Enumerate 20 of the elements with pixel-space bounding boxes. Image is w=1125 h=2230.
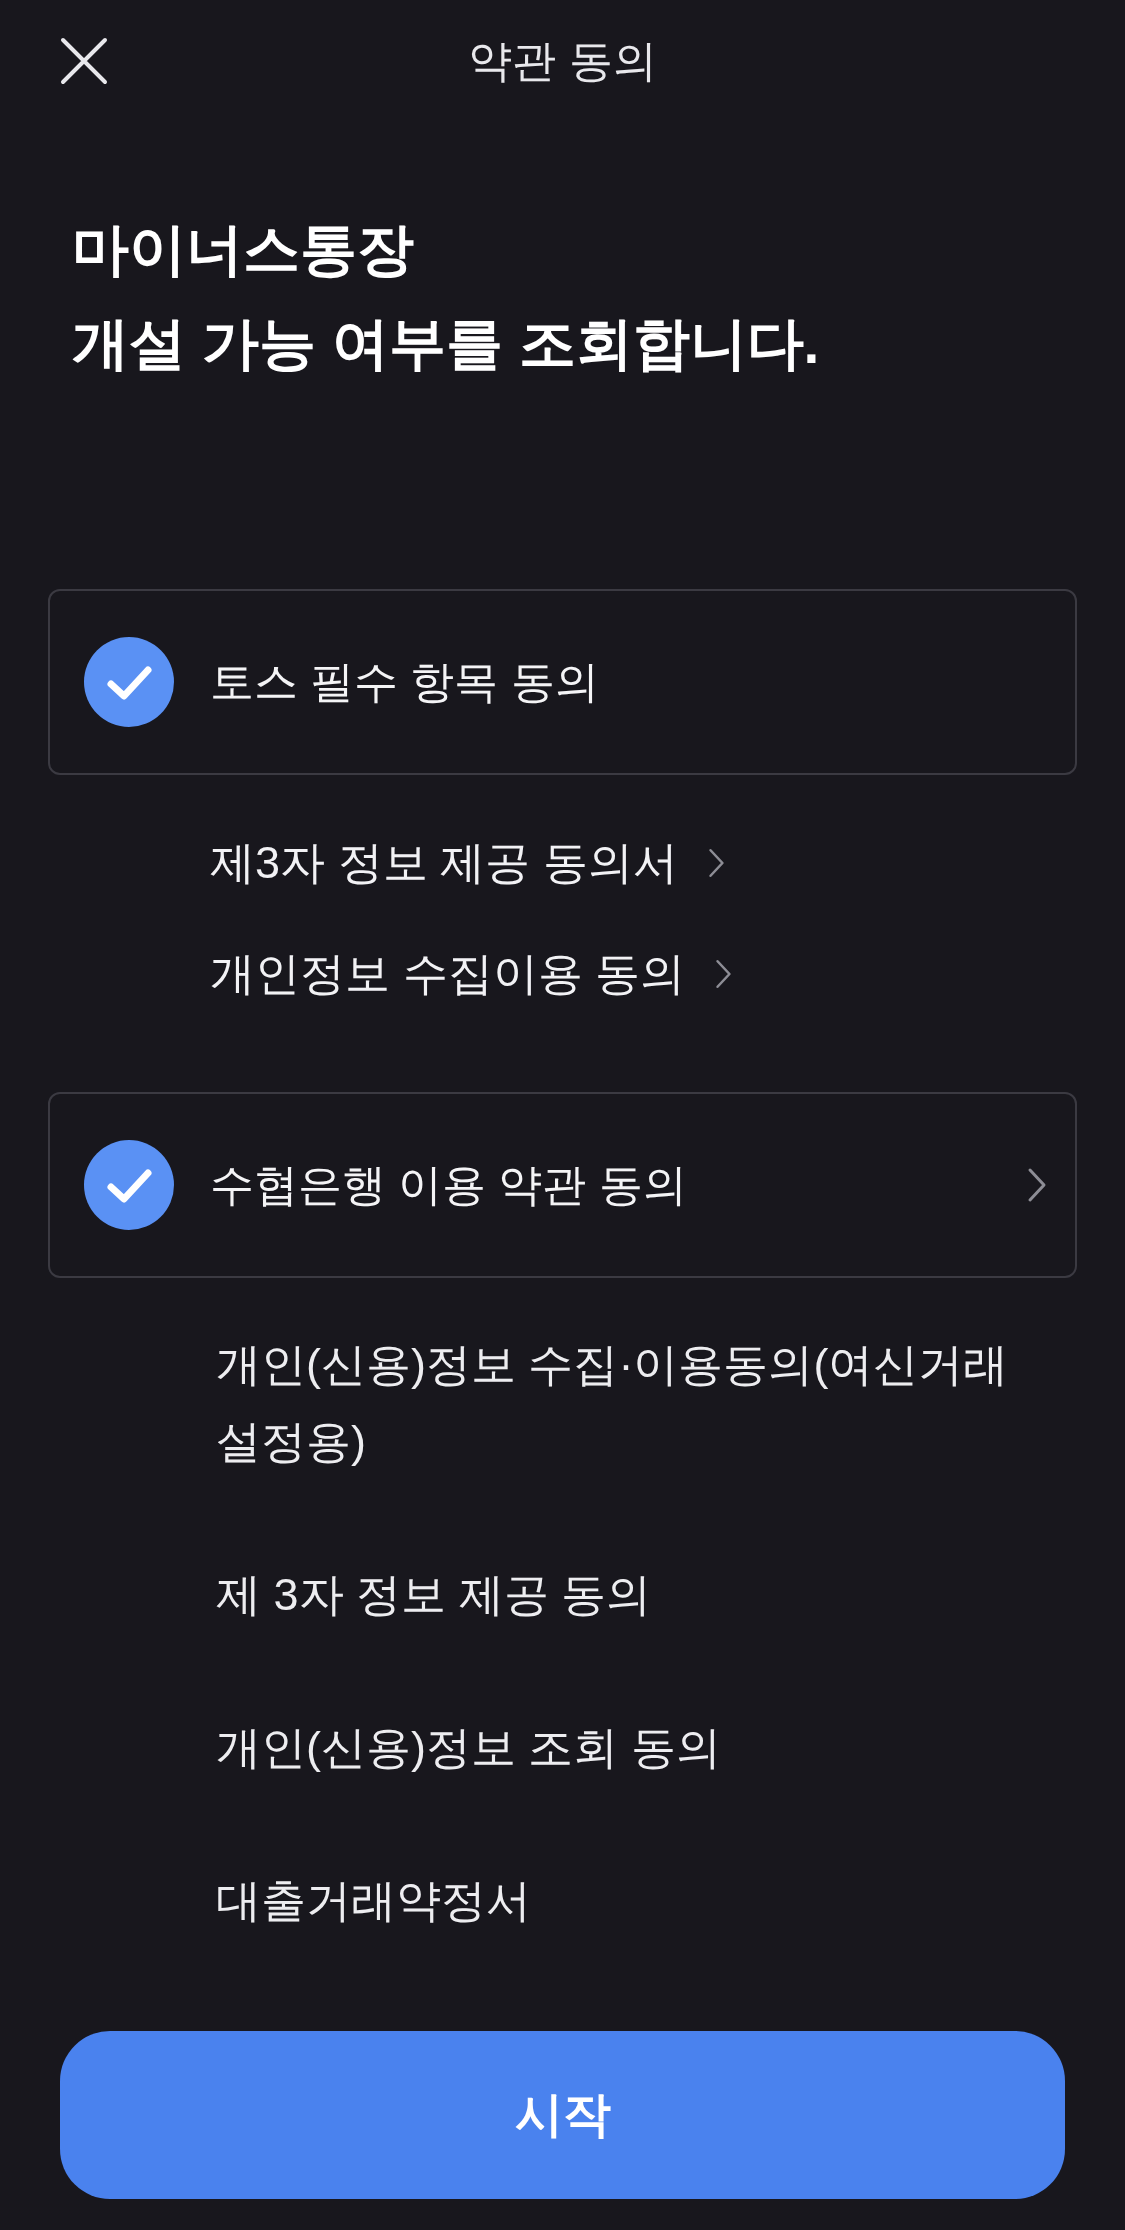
- agreement-label: 수협은행 이용 약관 동의: [210, 1159, 687, 1211]
- agreement-card[interactable]: 수협은행 이용 약관 동의: [48, 1092, 1077, 1278]
- agreement-card[interactable]: 토스 필수 항목 동의: [48, 589, 1077, 775]
- check-circle-icon[interactable]: [84, 637, 174, 727]
- page-title: 약관 동의: [468, 35, 657, 87]
- document-link[interactable]: 개인정보 수집이용 동의: [210, 934, 732, 1014]
- document-link[interactable]: 개인(신용)정보 수집·이용동의(여신거래 설정용): [216, 1326, 1036, 1480]
- document-link[interactable]: 제 3자 정보 제공 동의: [216, 1556, 652, 1633]
- document-link[interactable]: 개인(신용)정보 조회 동의: [216, 1709, 721, 1786]
- chevron-right-icon: [707, 847, 725, 879]
- page-heading: 마이너스통장 개설 가능 여부를 조회합니다.: [72, 216, 820, 377]
- chevron-right-icon: [715, 958, 732, 990]
- chevron-right-icon: [1027, 1167, 1047, 1203]
- start-button[interactable]: 시작: [60, 2031, 1065, 2199]
- close-button[interactable]: [60, 37, 108, 85]
- document-link[interactable]: 대출거래약정서: [216, 1862, 531, 1939]
- document-link[interactable]: 제3자 정보 제공 동의서: [210, 823, 725, 903]
- check-circle-icon[interactable]: [84, 1140, 174, 1230]
- agreement-label: 토스 필수 항목 동의: [210, 656, 599, 708]
- close-icon: [60, 37, 108, 85]
